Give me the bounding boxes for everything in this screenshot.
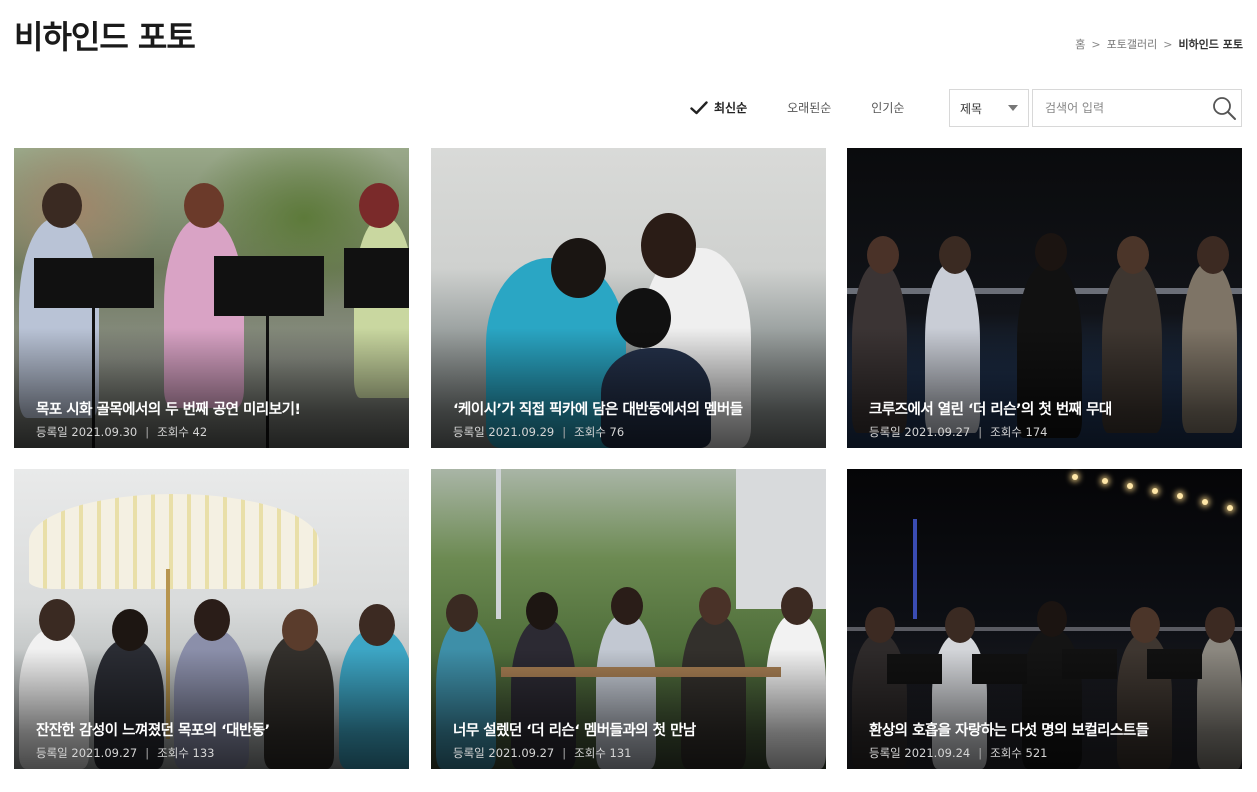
search-field-select[interactable]: 제목 [949,89,1029,127]
photo-card[interactable]: 크루즈에서 열린 ‘더 리슨’의 첫 번째 무대 등록일 2021.09.27 … [847,148,1242,448]
card-title: 너무 설렜던 ‘더 리슨‘ 멤버들과의 첫 만남 [453,723,696,739]
card-caption: 환상의 호흡을 자랑하는 다섯 명의 보컬리스트들 등록일 2021.09.24… [869,719,1228,761]
breadcrumb-separator: > [1091,37,1101,51]
meta-divider: | [978,746,983,760]
card-title: 잔잔한 감성이 느껴졌던 목포의 ‘대반동’ [36,723,270,739]
sort-bar: 최신순 오래된순 인기순 [690,99,904,116]
views-label: 조회수 [574,746,606,760]
card-caption: 목포 시화 골목에서의 두 번째 공연 미리보기! 등록일 2021.09.30… [36,398,395,440]
card-title: ‘케이시’가 직접 픽카에 담은 대반동에서의 멤버들 [453,402,743,418]
breadcrumb-home[interactable]: 홈 [1075,36,1085,52]
breadcrumb-photo-gallery[interactable]: 포토갤러리 [1107,36,1158,52]
views-label: 조회수 [990,425,1022,439]
card-caption: 너무 설렜던 ‘더 리슨‘ 멤버들과의 첫 만남 등록일 2021.09.27 … [453,719,812,761]
card-views: 131 [609,746,632,760]
card-caption: 크루즈에서 열린 ‘더 리슨’의 첫 번째 무대 등록일 2021.09.27 … [869,398,1228,440]
card-views: 521 [1025,746,1048,760]
views-label: 조회수 [990,746,1022,760]
card-date: 2021.09.29 [488,425,555,439]
sort-popular[interactable]: 인기순 [871,99,904,116]
card-meta: 등록일 2021.09.27 | 조회수 133 [36,745,395,761]
meta-divider: | [978,425,983,439]
date-label: 등록일 [869,425,901,439]
photo-card[interactable]: ‘케이시’가 직접 픽카에 담은 대반동에서의 멤버들 등록일 2021.09.… [431,148,826,448]
photo-card[interactable]: 환상의 호흡을 자랑하는 다섯 명의 보컬리스트들 등록일 2021.09.24… [847,469,1242,769]
card-meta: 등록일 2021.09.30 | 조회수 42 [36,424,395,440]
views-label: 조회수 [157,746,189,760]
search-box [1032,89,1242,127]
date-label: 등록일 [453,425,485,439]
card-views: 174 [1025,425,1048,439]
card-meta: 등록일 2021.09.29 | 조회수 76 [453,424,812,440]
meta-divider: | [145,746,150,760]
photo-card[interactable]: 너무 설렜던 ‘더 리슨‘ 멤버들과의 첫 만남 등록일 2021.09.27 … [431,469,826,769]
breadcrumb-current: 비하인드 포토 [1178,38,1243,51]
search-field-select-value: 제목 [960,101,983,116]
meta-divider: | [562,746,567,760]
sort-oldest-label: 오래된순 [787,101,832,115]
photo-card[interactable]: 잔잔한 감성이 느껴졌던 목포의 ‘대반동’ 등록일 2021.09.27 | … [14,469,409,769]
card-date: 2021.09.27 [904,425,971,439]
views-label: 조회수 [574,425,606,439]
sort-popular-label: 인기순 [871,101,905,115]
card-views: 76 [609,425,625,439]
date-label: 등록일 [36,746,68,760]
search-icon[interactable] [1207,90,1241,126]
breadcrumb: 홈 > 포토갤러리 > 비하인드 포토 [1075,36,1243,52]
chevron-down-icon [1008,105,1018,111]
views-label: 조회수 [157,425,189,439]
meta-divider: | [562,425,567,439]
card-date: 2021.09.27 [488,746,555,760]
check-icon [690,100,708,114]
search-input[interactable] [1033,90,1207,126]
card-meta: 등록일 2021.09.27 | 조회수 131 [453,745,812,761]
date-label: 등록일 [453,746,485,760]
card-meta: 등록일 2021.09.24 | 조회수 521 [869,745,1228,761]
photo-card[interactable]: 목포 시화 골목에서의 두 번째 공연 미리보기! 등록일 2021.09.30… [14,148,409,448]
breadcrumb-separator: > [1163,37,1173,51]
meta-divider: | [145,425,150,439]
sort-latest-label: 최신순 [714,101,748,115]
card-title: 목포 시화 골목에서의 두 번째 공연 미리보기! [36,402,301,418]
date-label: 등록일 [36,425,68,439]
card-caption: 잔잔한 감성이 느껴졌던 목포의 ‘대반동’ 등록일 2021.09.27 | … [36,719,395,761]
date-label: 등록일 [869,746,901,760]
card-date: 2021.09.27 [71,746,138,760]
card-title: 환상의 호흡을 자랑하는 다섯 명의 보컬리스트들 [869,723,1149,739]
card-title: 크루즈에서 열린 ‘더 리슨’의 첫 번째 무대 [869,402,1112,418]
card-date: 2021.09.30 [71,425,138,439]
page-title: 비하인드 포토 [14,18,196,56]
card-caption: ‘케이시’가 직접 픽카에 담은 대반동에서의 멤버들 등록일 2021.09.… [453,398,812,440]
card-views: 42 [192,425,208,439]
sort-latest[interactable]: 최신순 [690,99,747,116]
sort-oldest[interactable]: 오래된순 [787,99,831,116]
card-views: 133 [192,746,215,760]
card-date: 2021.09.24 [904,746,971,760]
card-meta: 등록일 2021.09.27 | 조회수 174 [869,424,1228,440]
